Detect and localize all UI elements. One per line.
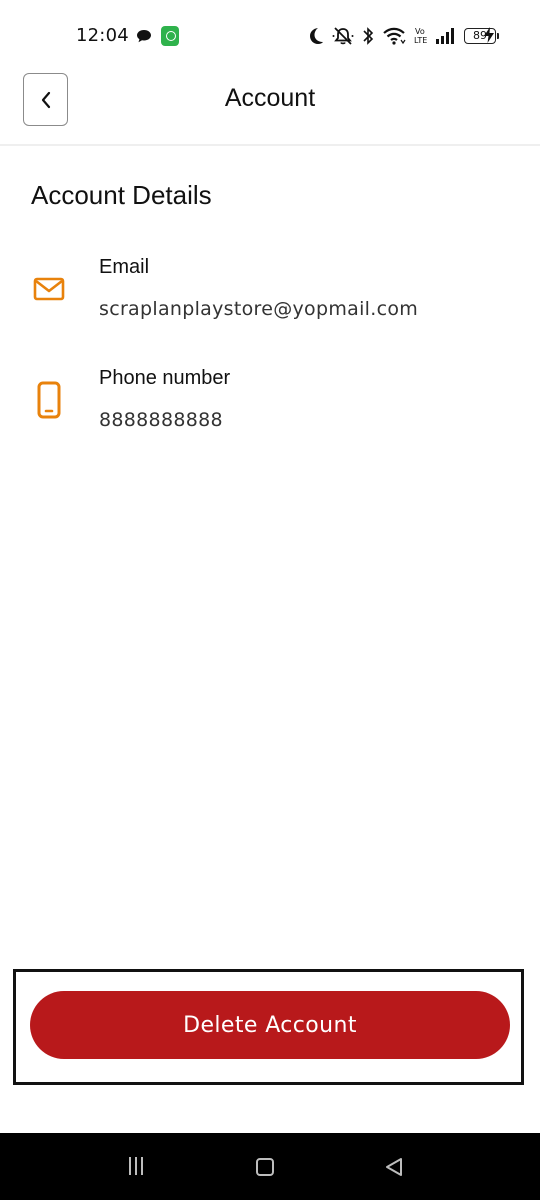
status-bar: 12:04 Vo LTE 89 [0, 0, 540, 72]
chat-bubble-icon [137, 30, 151, 43]
section-title: Account Details [31, 180, 212, 210]
email-label: Email [99, 256, 150, 278]
bluetooth-icon [363, 27, 374, 45]
svg-text:LTE: LTE [414, 36, 427, 45]
home-icon[interactable] [256, 1158, 274, 1176]
signal-icon [436, 28, 454, 44]
phone-value: 8888888888 [99, 409, 223, 431]
phone-label: Phone number [99, 367, 231, 389]
wifi-icon [383, 27, 406, 45]
back-triangle-icon[interactable] [384, 1157, 404, 1177]
recent-apps-icon[interactable] [126, 1157, 146, 1175]
smartphone-icon [37, 381, 61, 419]
app-badge-icon [161, 26, 179, 46]
charging-bolt-icon [484, 27, 494, 43]
envelope-icon [33, 277, 65, 301]
app-header: Account [0, 72, 540, 146]
system-nav-bar [0, 1133, 540, 1200]
status-icons: Vo LTE 89 [308, 24, 499, 48]
delete-account-button[interactable]: Delete Account [30, 991, 510, 1059]
email-value: scraplanplaystore@yopmail.com [99, 298, 419, 320]
bell-muted-icon [332, 27, 354, 45]
status-time: 12:04 [76, 25, 129, 46]
page-title: Account [224, 84, 316, 112]
moon-icon [310, 28, 323, 44]
volte-icon: Vo LTE [414, 27, 427, 45]
svg-text:Vo: Vo [415, 27, 425, 36]
